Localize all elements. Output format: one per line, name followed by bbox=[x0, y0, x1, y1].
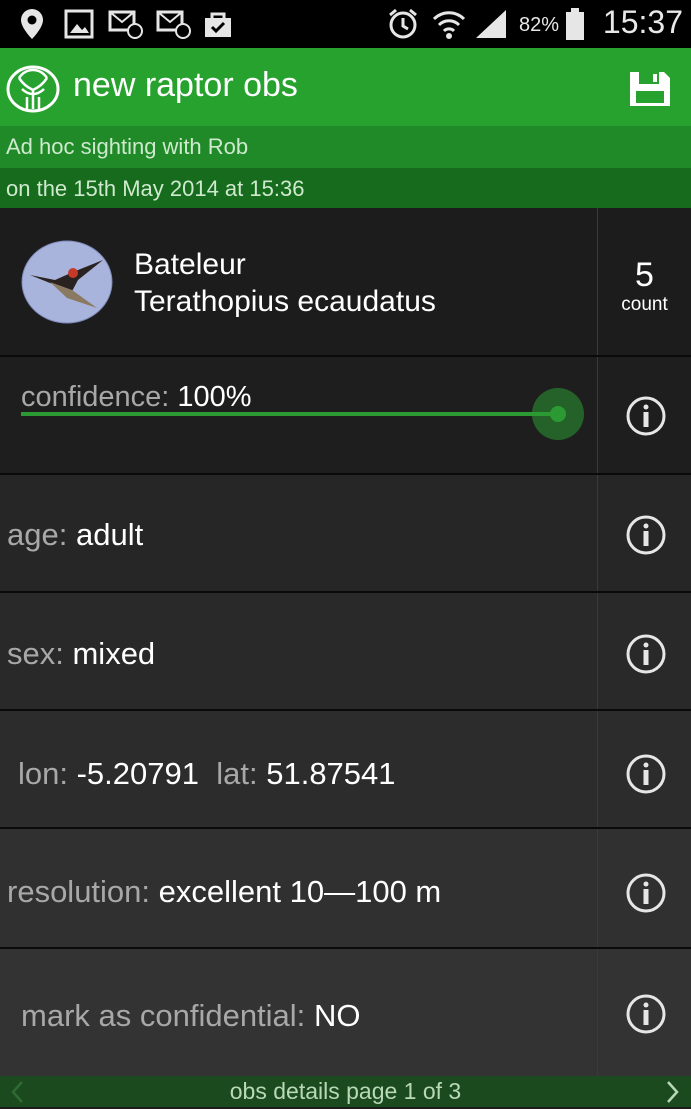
species-common-name: Bateleur bbox=[134, 248, 246, 281]
info-icon[interactable] bbox=[626, 515, 666, 555]
info-icon[interactable] bbox=[626, 396, 666, 436]
location-pin-icon bbox=[18, 6, 46, 42]
confidential-value: NO bbox=[313, 998, 361, 1033]
info-icon[interactable] bbox=[626, 994, 666, 1034]
signal-icon bbox=[474, 6, 508, 42]
age-label: age: bbox=[7, 517, 68, 552]
age-value: adult bbox=[75, 517, 144, 552]
count-label: count bbox=[621, 294, 668, 315]
save-icon[interactable] bbox=[627, 69, 673, 114]
sighting-info: Ad hoc sighting with Rob bbox=[0, 126, 691, 168]
species-thumbnail bbox=[20, 240, 114, 329]
battery-percent: 82% bbox=[518, 14, 559, 36]
wifi-icon bbox=[431, 6, 467, 42]
email-icon bbox=[108, 6, 144, 42]
divider bbox=[597, 711, 598, 829]
tree-logo-icon[interactable] bbox=[5, 64, 61, 119]
resolution-text: resolution: excellent 10—100 m bbox=[7, 874, 441, 910]
divider bbox=[597, 475, 598, 593]
count-value[interactable]: 5 bbox=[598, 256, 691, 295]
status-bar: 82% 15:37 bbox=[0, 0, 691, 48]
sighting-date: on the 15th May 2014 at 15:36 bbox=[0, 168, 691, 208]
divider bbox=[597, 357, 598, 475]
resolution-label: resolution: bbox=[7, 874, 151, 909]
page-indicator: obs details page 1 of 3 bbox=[229, 1078, 462, 1104]
sex-row[interactable]: sex: mixed bbox=[0, 591, 691, 711]
sighting-datetime: on the 15th May 2014 at 15:36 bbox=[6, 176, 305, 201]
lat-label: lat: bbox=[216, 756, 258, 791]
lon-label: lon: bbox=[18, 756, 68, 791]
species-row[interactable]: Bateleur Terathopius ecaudatus 5 count bbox=[0, 208, 691, 355]
resolution-row[interactable]: resolution: excellent 10—100 m bbox=[0, 827, 691, 949]
confidence-value: 100% bbox=[177, 381, 252, 413]
age-row[interactable]: age: adult bbox=[0, 473, 691, 593]
shopping-bag-icon bbox=[203, 6, 233, 42]
info-icon[interactable] bbox=[626, 634, 666, 674]
confidence-row: confidence: 100% bbox=[0, 355, 691, 475]
sex-text: sex: mixed bbox=[7, 636, 155, 672]
sex-label: sex: bbox=[7, 636, 64, 671]
confidential-label: mark as confidential: bbox=[21, 998, 306, 1033]
chevron-right-icon[interactable] bbox=[666, 1080, 680, 1109]
location-text: lon: -5.20791 lat: 51.87541 bbox=[18, 756, 396, 792]
divider bbox=[597, 593, 598, 711]
location-row[interactable]: lon: -5.20791 lat: 51.87541 bbox=[0, 709, 691, 829]
alarm-icon bbox=[386, 6, 420, 42]
confidence-text: confidence: 100% bbox=[21, 381, 252, 414]
sex-value: mixed bbox=[72, 636, 156, 671]
species-scientific-name: Terathopius ecaudatus bbox=[134, 285, 436, 318]
age-text: age: adult bbox=[7, 517, 143, 553]
info-icon[interactable] bbox=[626, 873, 666, 913]
divider bbox=[597, 829, 598, 949]
clock: 15:37 bbox=[602, 4, 683, 40]
confidence-label: confidence: bbox=[21, 381, 170, 413]
divider bbox=[597, 949, 598, 1076]
gallery-icon bbox=[64, 6, 94, 42]
confidential-text: mark as confidential: NO bbox=[21, 998, 360, 1034]
lat-value: 51.87541 bbox=[266, 756, 396, 791]
confidential-row[interactable]: mark as confidential: NO bbox=[0, 947, 691, 1076]
slider-thumb[interactable] bbox=[532, 388, 584, 440]
info-icon[interactable] bbox=[626, 754, 666, 794]
page-footer: obs details page 1 of 3 bbox=[0, 1076, 691, 1107]
slider-fill bbox=[21, 412, 558, 416]
app-bar: new raptor obs bbox=[0, 48, 691, 126]
email-icon bbox=[156, 6, 192, 42]
lon-value: -5.20791 bbox=[76, 756, 199, 791]
page-title: new raptor obs bbox=[73, 66, 298, 104]
sighting-description: Ad hoc sighting with Rob bbox=[6, 134, 249, 159]
battery-icon bbox=[565, 6, 585, 42]
resolution-value: excellent 10—100 m bbox=[158, 874, 442, 909]
